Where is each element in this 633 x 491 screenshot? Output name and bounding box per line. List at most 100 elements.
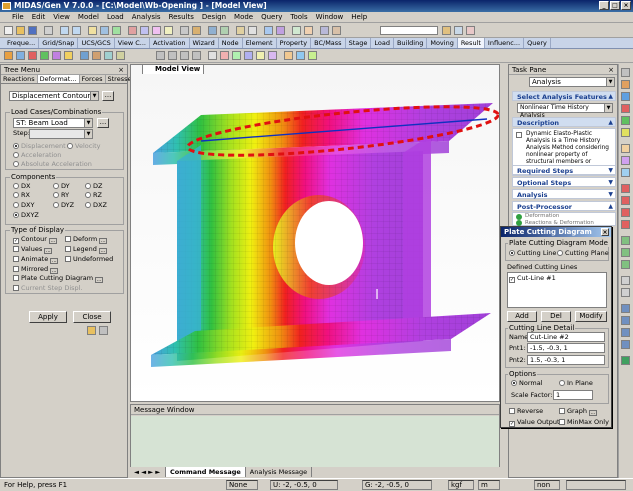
section-description[interactable]: Description ▲ (512, 117, 616, 127)
component-dxz[interactable]: DXZ (85, 201, 107, 209)
redo-icon[interactable] (72, 26, 81, 35)
component-dyz[interactable]: DYZ (53, 201, 74, 209)
del-button[interactable]: Del (541, 311, 571, 322)
measure-icon[interactable] (292, 26, 301, 35)
tab-forces[interactable]: Forces (80, 75, 106, 83)
arrow-right-icon[interactable] (621, 208, 630, 217)
rotate-right-icon[interactable] (621, 168, 630, 177)
radio-velocity[interactable] (67, 143, 73, 149)
radio-acceleration[interactable] (13, 152, 19, 158)
display-animate[interactable]: Animate... (13, 255, 59, 264)
table-icon[interactable] (208, 51, 217, 60)
copy-icon[interactable] (99, 326, 108, 335)
time-history-icon[interactable] (116, 51, 125, 60)
component-dxyz[interactable]: DXYZ (13, 211, 39, 219)
display-legend[interactable]: Legend... (65, 245, 107, 254)
display-deform[interactable]: Deform... (65, 235, 108, 244)
option-acceleration[interactable]: Acceleration (13, 151, 61, 159)
node-number-icon[interactable] (236, 26, 245, 35)
list-item[interactable]: ✓ Cut-Line #1 (509, 274, 556, 283)
display-icon[interactable] (220, 26, 229, 35)
defined-lines-list[interactable]: ✓ Cut-Line #1 (507, 272, 607, 308)
tab-reactions[interactable]: Reactions (1, 75, 38, 83)
display-values[interactable]: Values... (13, 245, 53, 254)
add-button[interactable]: Add (507, 311, 537, 322)
radio-absolute-acceleration[interactable] (13, 161, 19, 167)
select-icon[interactable] (88, 26, 97, 35)
view-top-icon[interactable] (164, 26, 173, 35)
tab-view-control[interactable]: View C... (115, 38, 150, 48)
tab-load[interactable]: Load (371, 38, 394, 48)
option-graph[interactable]: Graph... (559, 407, 597, 416)
message-window-body[interactable] (131, 416, 499, 468)
status-tool-icons[interactable] (566, 480, 626, 490)
option-value-output[interactable]: ✓ Value Output (509, 418, 560, 427)
element-number-icon[interactable] (248, 26, 257, 35)
component-rx[interactable]: RX (13, 191, 30, 199)
lock-icon[interactable] (442, 26, 451, 35)
zoom-window-icon[interactable] (621, 92, 630, 101)
load-case-select[interactable]: ST: Beam Load ▼ (13, 118, 93, 128)
tab-building[interactable]: Building (394, 38, 428, 48)
display-contour[interactable]: ✓ Contour... (13, 235, 57, 244)
save-icon[interactable] (28, 26, 37, 35)
menu-help[interactable]: Help (347, 12, 371, 23)
tab-wizard[interactable]: Wizard (190, 38, 219, 48)
shading-icon[interactable] (621, 340, 630, 349)
print-icon[interactable] (44, 26, 53, 35)
zoom-icon[interactable] (100, 26, 109, 35)
tab-model-view[interactable]: Model View (142, 64, 205, 74)
view-iso-icon[interactable] (140, 26, 149, 35)
beam-diagram-icon[interactable] (64, 51, 73, 60)
menu-load[interactable]: Load (103, 12, 128, 23)
grid-icon[interactable] (264, 26, 273, 35)
tab-deformations[interactable]: Deformat... (37, 75, 80, 83)
settings-icon[interactable] (454, 26, 463, 35)
open-folder-icon[interactable] (16, 26, 25, 35)
tab-ucs-gcs[interactable]: UCS/GCS (78, 38, 115, 48)
radio-displacement[interactable] (13, 143, 19, 149)
arrow-red-icon[interactable] (621, 184, 630, 193)
stress-icon[interactable] (52, 51, 61, 60)
section-select-analysis-features[interactable]: Select Analysis Features ▲ (512, 91, 616, 101)
text-output-icon[interactable] (232, 51, 241, 60)
task-pane-select[interactable]: Analysis ▼ (529, 77, 615, 87)
close-button[interactable]: × (621, 1, 631, 10)
folder-icon[interactable] (87, 326, 96, 335)
display-undeformed[interactable]: Undeformed (65, 255, 113, 263)
component-dz[interactable]: DZ (85, 182, 102, 190)
zoom-fit-icon[interactable] (621, 80, 630, 89)
layer-icon[interactable] (304, 26, 313, 35)
undo-icon[interactable] (60, 26, 69, 35)
unit-icon[interactable] (320, 26, 329, 35)
minimize-button[interactable]: _ (599, 1, 609, 10)
tree-menu-close-icon[interactable]: × (118, 65, 124, 75)
render-icon[interactable] (208, 26, 217, 35)
local-direction-icon[interactable] (268, 51, 277, 60)
menu-file[interactable]: File (8, 12, 28, 23)
plate-icon[interactable] (80, 51, 89, 60)
hidden-icon[interactable] (180, 26, 189, 35)
option-reverse[interactable]: Reverse (509, 407, 543, 415)
component-dy[interactable]: DY (53, 182, 70, 190)
load-case-more-button[interactable]: ... (97, 118, 109, 128)
tab-activation[interactable]: Activation (150, 38, 190, 48)
toolbar-combo[interactable] (380, 26, 438, 35)
display-mirrored[interactable]: Mirrored... (13, 265, 59, 274)
section-analysis[interactable]: Analysis ▼ (512, 189, 616, 199)
solid-icon[interactable] (92, 51, 101, 60)
tab-node[interactable]: Node (219, 38, 243, 48)
side-view-icon[interactable] (621, 248, 630, 257)
view-point-icon[interactable] (621, 144, 630, 153)
unit-force-select[interactable]: kgf (448, 480, 474, 490)
scale-factor-input[interactable]: 1 (553, 390, 593, 400)
reaction-icon[interactable] (4, 51, 13, 60)
display-current-step[interactable]: Current Step Displ. (13, 284, 83, 292)
tab-frequent[interactable]: Freque... (4, 38, 40, 48)
rotate-left-icon[interactable] (621, 156, 630, 165)
model-view-canvas[interactable] (130, 64, 500, 402)
tab-grid-snap[interactable]: Grid/Snap (39, 38, 79, 48)
menu-view[interactable]: View (49, 12, 74, 23)
view-front-icon[interactable] (152, 26, 161, 35)
tab-command-message[interactable]: Command Message (166, 467, 246, 477)
